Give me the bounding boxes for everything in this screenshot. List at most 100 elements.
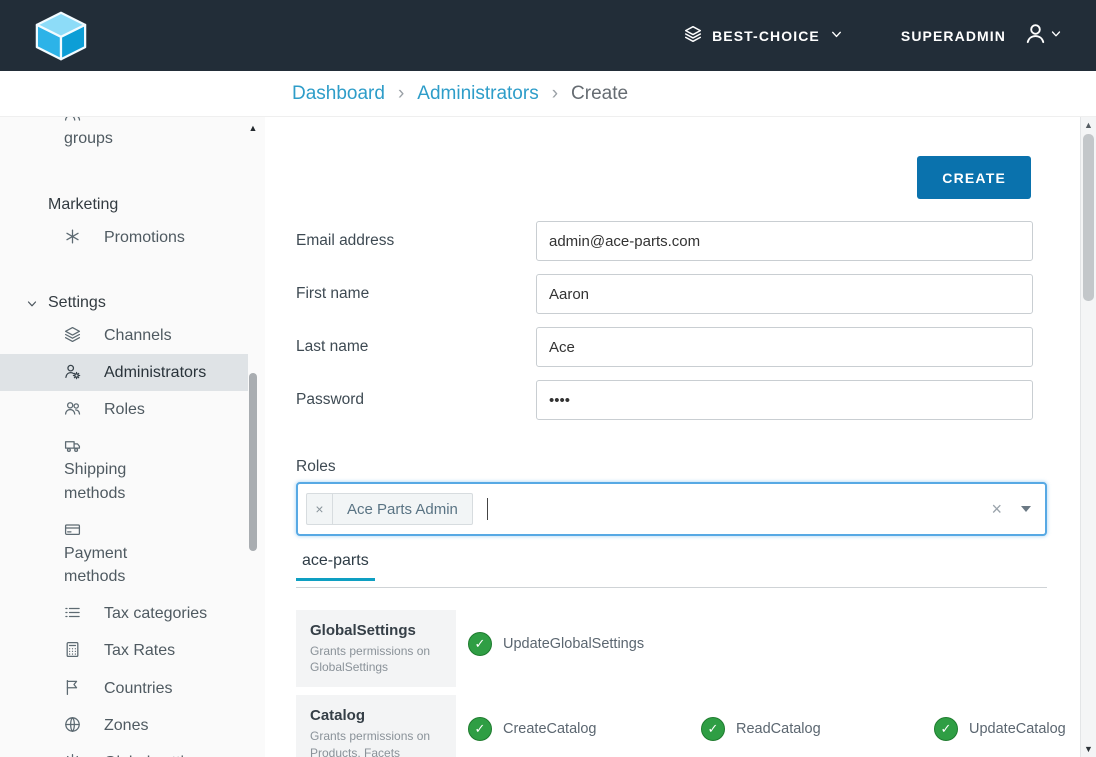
permission-group-header: Catalog Grants permissions on Products, …	[296, 695, 456, 757]
breadcrumb-administrators[interactable]: Administrators	[417, 83, 538, 105]
permission-item: ✓ ReadCatalog	[701, 717, 934, 741]
last-name-field[interactable]	[536, 327, 1033, 367]
sidebar-item-label: Tax Rates	[104, 642, 175, 659]
person-icon	[1024, 22, 1047, 50]
app-window: BEST-CHOICE SUPERADMIN Dashboard › Admin…	[0, 0, 1096, 757]
cube-logo-icon	[28, 10, 94, 62]
layers-icon	[684, 25, 702, 46]
flag-icon	[64, 679, 82, 696]
nav-section-title: Settings	[48, 294, 106, 311]
form-row-first-name: First name	[296, 274, 1047, 314]
breadcrumb-create: Create	[571, 83, 628, 105]
chevron-down-icon	[830, 28, 843, 44]
password-field[interactable]	[536, 380, 1033, 420]
sidebar-item-label: Channels	[104, 327, 172, 344]
sidebar-item-tax-rates[interactable]: Tax Rates	[0, 632, 248, 669]
main-scrollbar[interactable]: ▲ ▼	[1080, 117, 1096, 757]
nav-section-settings[interactable]: Settings	[0, 289, 248, 317]
calculator-icon	[64, 641, 82, 658]
breadcrumb-bar: Dashboard › Administrators › Create	[0, 71, 1096, 117]
first-name-label: First name	[296, 285, 536, 303]
chevron-down-icon	[26, 298, 38, 310]
channel-switcher[interactable]: BEST-CHOICE	[684, 25, 843, 46]
role-chip: × Ace Parts Admin	[306, 493, 473, 525]
permission-cells: ✓ CreateCatalog ✓ ReadCatalog ✓ UpdateCa…	[456, 695, 1080, 757]
breadcrumb-separator: ›	[552, 83, 558, 105]
chevron-down-icon	[1050, 27, 1062, 45]
main-scrollbar-thumb[interactable]	[1083, 134, 1094, 301]
cog-icon	[64, 753, 82, 757]
nav-section-title: Marketing	[48, 196, 118, 213]
sidebar-item-global-settings[interactable]: Global settings	[0, 744, 248, 757]
tab-ace-parts[interactable]: ace-parts	[296, 548, 375, 581]
permission-group-header: GlobalSettings Grants permissions on Glo…	[296, 610, 456, 687]
password-label: Password	[296, 391, 536, 409]
breadcrumb-dashboard[interactable]: Dashboard	[292, 83, 385, 105]
permission-label: ReadCatalog	[736, 721, 821, 737]
sidebar-item-label: groups	[64, 130, 113, 147]
sidebar-item-promotions[interactable]: Promotions	[0, 219, 248, 256]
sidebar-item-label: Zones	[104, 717, 148, 734]
administrator-icon	[64, 363, 82, 380]
sidebar-scrollbar[interactable]: ▲	[248, 121, 258, 757]
permission-item: ✓ CreateCatalog	[468, 717, 701, 741]
permission-group-description: Grants permissions on GlobalSettings	[310, 643, 442, 675]
permission-label: CreateCatalog	[503, 721, 597, 737]
permission-group-title: GlobalSettings	[310, 622, 442, 639]
sidebar-item-label: Countries	[104, 680, 172, 697]
check-icon: ✓	[701, 717, 725, 741]
main-content: CREATE Email address First name Last nam…	[265, 117, 1080, 757]
vendure-logo[interactable]	[28, 10, 94, 62]
scroll-up-arrow[interactable]: ▲	[1081, 120, 1096, 130]
content-row: groups Marketing Promotions Settings	[0, 117, 1096, 757]
roles-multiselect[interactable]: × Ace Parts Admin ×	[296, 482, 1047, 536]
sidebar-scrollbar-thumb[interactable]	[249, 373, 257, 551]
create-button[interactable]: CREATE	[917, 156, 1031, 199]
asterisk-icon	[64, 228, 82, 245]
email-field[interactable]	[536, 221, 1033, 261]
sidebar-item-label: Administrators	[104, 364, 206, 381]
sidebar-item-tax-categories[interactable]: Tax categories	[0, 595, 248, 632]
sidebar-item-shipping-methods[interactable]: Shipping methods	[0, 428, 248, 512]
breadcrumb: Dashboard › Administrators › Create	[292, 83, 628, 105]
permission-label: UpdateCatalog	[969, 721, 1066, 737]
text-cursor	[487, 498, 488, 520]
sidebar-item-zones[interactable]: Zones	[0, 707, 248, 744]
last-name-label: Last name	[296, 338, 536, 356]
permissions-table: GlobalSettings Grants permissions on Glo…	[296, 610, 1047, 757]
credit-card-icon	[64, 521, 82, 538]
form-row-last-name: Last name	[296, 327, 1047, 367]
clear-selection-icon[interactable]: ×	[991, 500, 1002, 518]
sidebar-item-countries[interactable]: Countries	[0, 670, 248, 707]
scroll-down-arrow[interactable]: ▼	[1081, 744, 1096, 754]
permission-channel-tabs: ace-parts	[296, 548, 1047, 581]
sidebar-item-label: Tax categories	[104, 605, 207, 622]
role-chip-label: Ace Parts Admin	[333, 494, 472, 524]
remove-chip-icon[interactable]: ×	[307, 494, 333, 524]
sidebar-nav: groups Marketing Promotions Settings	[0, 117, 248, 757]
user-menu[interactable]	[1024, 22, 1062, 50]
sidebar-item-roles[interactable]: Roles	[0, 391, 248, 428]
permission-label: UpdateGlobalSettings	[503, 636, 644, 652]
users-icon	[64, 117, 82, 123]
dropdown-chevron-icon[interactable]	[1021, 506, 1031, 512]
select-controls: ×	[991, 500, 1031, 518]
sidebar-item-administrators[interactable]: Administrators	[0, 354, 248, 391]
nav-section-marketing: Marketing	[0, 191, 248, 219]
roles-label: Roles	[296, 458, 1047, 476]
list-icon	[64, 604, 82, 621]
topbar-right-cluster: BEST-CHOICE SUPERADMIN	[684, 22, 1062, 50]
form-row-email: Email address	[296, 221, 1047, 261]
action-bar: CREATE	[296, 156, 1047, 199]
check-icon: ✓	[468, 717, 492, 741]
globe-icon	[64, 716, 82, 733]
administrator-form: Email address First name Last name Passw…	[296, 221, 1047, 420]
form-row-password: Password	[296, 380, 1047, 420]
sidebar-item-channels[interactable]: Channels	[0, 317, 248, 354]
sidebar-item-payment-methods[interactable]: Payment methods	[0, 512, 248, 596]
permission-row-catalog: Catalog Grants permissions on Products, …	[296, 695, 1047, 757]
breadcrumb-separator: ›	[398, 83, 404, 105]
sidebar-item-customer-groups[interactable]: groups	[0, 117, 248, 157]
scroll-up-arrow[interactable]: ▲	[248, 121, 258, 135]
first-name-field[interactable]	[536, 274, 1033, 314]
